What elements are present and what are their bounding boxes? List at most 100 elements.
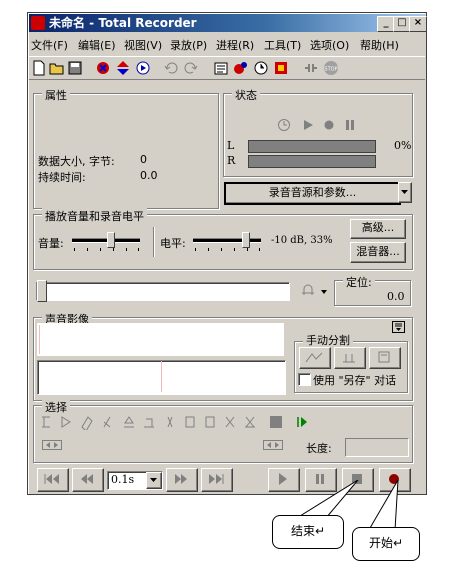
- svg-text:STOP: STOP: [324, 67, 337, 73]
- close-button[interactable]: ×: [409, 16, 427, 32]
- split-icon[interactable]: [273, 60, 289, 76]
- clock-icon: [278, 119, 290, 131]
- rewind-icon: [81, 474, 93, 484]
- split-mark-icon: [305, 352, 323, 363]
- convert-icon[interactable]: [115, 60, 131, 76]
- menu-view[interactable]: 视图(V): [124, 37, 162, 53]
- timer-icon[interactable]: [253, 60, 269, 76]
- waveform-marker: [161, 361, 162, 392]
- selection-start-nav-icon[interactable]: [42, 440, 62, 450]
- properties-icon[interactable]: [213, 60, 229, 76]
- split-mark-button[interactable]: [299, 347, 331, 369]
- level-readout: -10 dB, 33%: [271, 235, 333, 246]
- stop-callout: 结束↵: [272, 515, 344, 549]
- menu-process[interactable]: 进程(R): [216, 37, 254, 53]
- properties-title: 属性: [42, 87, 70, 103]
- menu-file[interactable]: 文件(F): [31, 37, 68, 53]
- level-percent: 0%: [394, 139, 412, 152]
- pause-status-icon: [346, 120, 354, 130]
- step-dropdown-arrow-icon: [150, 478, 157, 482]
- trim-icon[interactable]: [303, 60, 319, 76]
- right-level-meter: [248, 155, 376, 168]
- go-to-start-icon: [44, 474, 59, 484]
- position-slider[interactable]: [36, 282, 290, 301]
- left-level-meter: [248, 140, 376, 153]
- play-status-icon: [304, 120, 313, 130]
- go-to-end-button[interactable]: [201, 468, 233, 492]
- status-title: 状态: [232, 87, 260, 103]
- menu-options[interactable]: 选项(O): [310, 37, 349, 53]
- go-to-start-button[interactable]: [37, 468, 69, 492]
- duration-value: 0.0: [140, 169, 158, 182]
- fast-forward-icon: [175, 474, 187, 484]
- title-bar[interactable]: 未命名 - Total Recorder _ □ ×: [29, 14, 427, 32]
- stop-icon[interactable]: STOP: [323, 60, 339, 76]
- selection-title: 选择: [42, 399, 70, 415]
- record-level-slider-thumb[interactable]: [242, 232, 250, 248]
- record-level-slider-track[interactable]: [193, 238, 261, 243]
- app-icon: [31, 16, 45, 30]
- toolbar: STOP: [29, 56, 425, 80]
- split-cut-icon: [343, 354, 355, 363]
- loop-icon[interactable]: [301, 284, 315, 298]
- waveform-top-pane[interactable]: [37, 323, 284, 356]
- advanced-button[interactable]: 高级...: [350, 219, 406, 239]
- open-folder-icon[interactable]: [49, 60, 65, 76]
- menu-tools[interactable]: 工具(T): [264, 37, 301, 53]
- position-slider-thumb[interactable]: [37, 280, 47, 302]
- levels-divider: [153, 227, 155, 257]
- go-to-end-icon: [209, 474, 224, 484]
- schedule-icon[interactable]: [135, 60, 151, 76]
- right-channel-label: R: [227, 154, 236, 167]
- record-level-ticks: [193, 248, 261, 251]
- volume-slider-thumb[interactable]: [107, 232, 115, 248]
- levels-title: 播放音量和录音电平: [42, 208, 147, 224]
- split-cut-button[interactable]: [334, 347, 366, 369]
- record-level-label: 电平:: [160, 237, 186, 250]
- new-file-icon[interactable]: [31, 60, 47, 76]
- length-field: [345, 438, 409, 457]
- step-size-dropdown[interactable]: [146, 472, 162, 489]
- properties-group: [33, 93, 219, 209]
- data-size-value: 0: [140, 153, 147, 166]
- menu-help[interactable]: 帮助(H): [360, 37, 399, 53]
- split-save-button[interactable]: [369, 347, 401, 369]
- duration-label: 持续时间:: [38, 171, 86, 184]
- position-label: 定位:: [343, 274, 375, 290]
- save-as-checkbox[interactable]: [298, 373, 311, 386]
- rewind-button[interactable]: [72, 468, 104, 492]
- mixer-button[interactable]: 混音器...: [350, 242, 406, 263]
- step-size-select[interactable]: 0.1s: [107, 471, 163, 490]
- left-channel-label: L: [227, 139, 235, 152]
- selection-toolbar: [42, 416, 307, 430]
- record-source-icon[interactable]: [95, 60, 111, 76]
- recording-source-button[interactable]: 录音音源和参数...: [224, 182, 401, 205]
- menu-edit[interactable]: 编辑(E): [78, 37, 116, 53]
- save-icon[interactable]: [67, 60, 83, 76]
- selection-end-nav-icon[interactable]: [263, 440, 283, 450]
- dropdown-arrow-icon: [401, 190, 408, 194]
- data-size-label: 数据大小, 字节:: [38, 155, 115, 168]
- record-status-icon: [324, 120, 334, 130]
- position-value: 0.0: [387, 290, 405, 303]
- step-size-value: 0.1s: [111, 473, 135, 486]
- redo-icon[interactable]: [183, 60, 199, 76]
- volume-slider-track[interactable]: [72, 238, 140, 243]
- menu-bar: 文件(F) 编辑(E) 视图(V) 录放(P) 进程(R) 工具(T) 选项(O…: [29, 34, 425, 54]
- fast-forward-button[interactable]: [166, 468, 198, 492]
- split-save-icon: [378, 351, 390, 363]
- waveform-cursor: [39, 325, 40, 354]
- waveform-options-icon[interactable]: [392, 321, 405, 333]
- volume-label: 音量:: [38, 237, 64, 250]
- source-dropdown-button[interactable]: [398, 182, 412, 203]
- menu-playback[interactable]: 录放(P): [170, 37, 207, 53]
- manual-split-title: 手动分割: [303, 332, 353, 348]
- undo-icon[interactable]: [163, 60, 179, 76]
- length-label: 长度:: [306, 442, 332, 455]
- effects-icon[interactable]: [233, 60, 249, 76]
- loop-dropdown-icon[interactable]: [321, 290, 327, 294]
- start-callout: 开始↵: [352, 527, 420, 561]
- volume-ticks: [72, 248, 140, 251]
- waveform-bottom-pane[interactable]: [37, 360, 286, 395]
- window-title: 未命名 - Total Recorder: [49, 16, 197, 30]
